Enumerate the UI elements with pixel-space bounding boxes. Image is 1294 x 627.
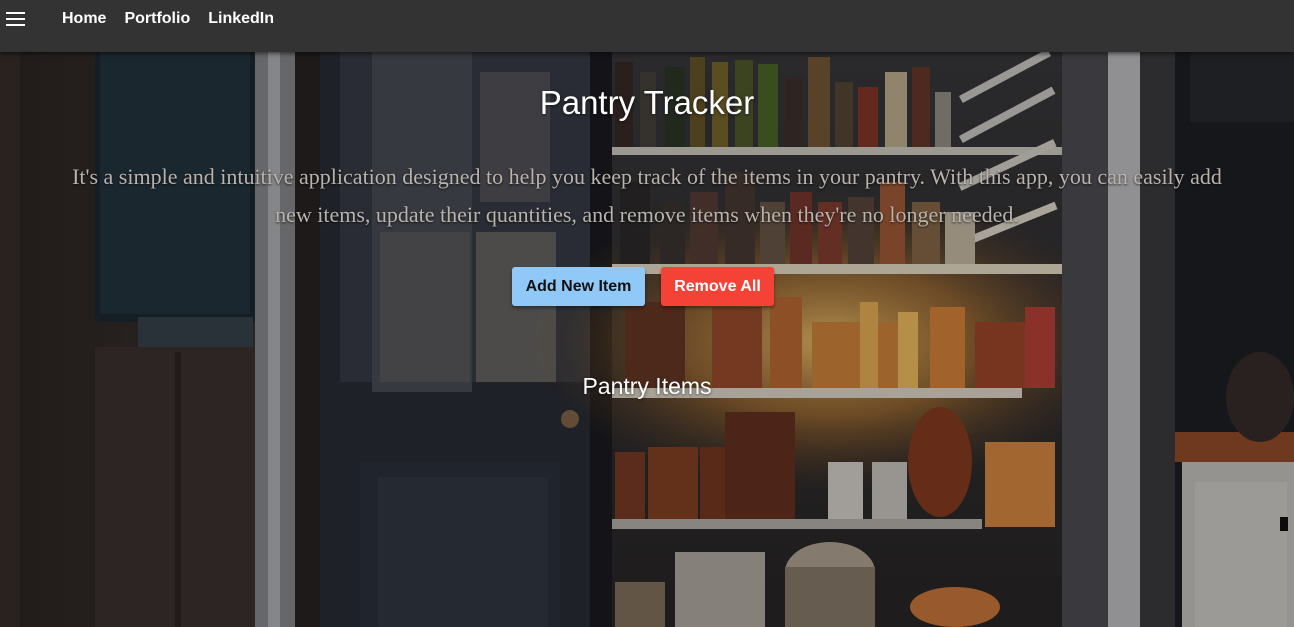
nav-link-home[interactable]: Home [62, 10, 106, 28]
remove-all-button[interactable]: Remove All [661, 267, 774, 306]
pantry-background-image [0, 52, 1294, 627]
hero-section: Pantry Tracker It's a simple and intuiti… [0, 52, 1294, 627]
hamburger-menu-icon[interactable] [6, 12, 26, 28]
nav-link-linkedin[interactable]: LinkedIn [208, 10, 274, 28]
nav-links: Home Portfolio LinkedIn [62, 10, 274, 28]
nav-link-portfolio[interactable]: Portfolio [124, 10, 190, 28]
app-description: It's a simple and intuitive application … [72, 164, 1222, 227]
page-title: Pantry Tracker [539, 84, 755, 121]
pantry-items-heading: Pantry Items [582, 373, 712, 399]
add-new-item-button[interactable]: Add New Item [512, 267, 645, 306]
top-navbar: Home Portfolio LinkedIn [0, 0, 1294, 52]
